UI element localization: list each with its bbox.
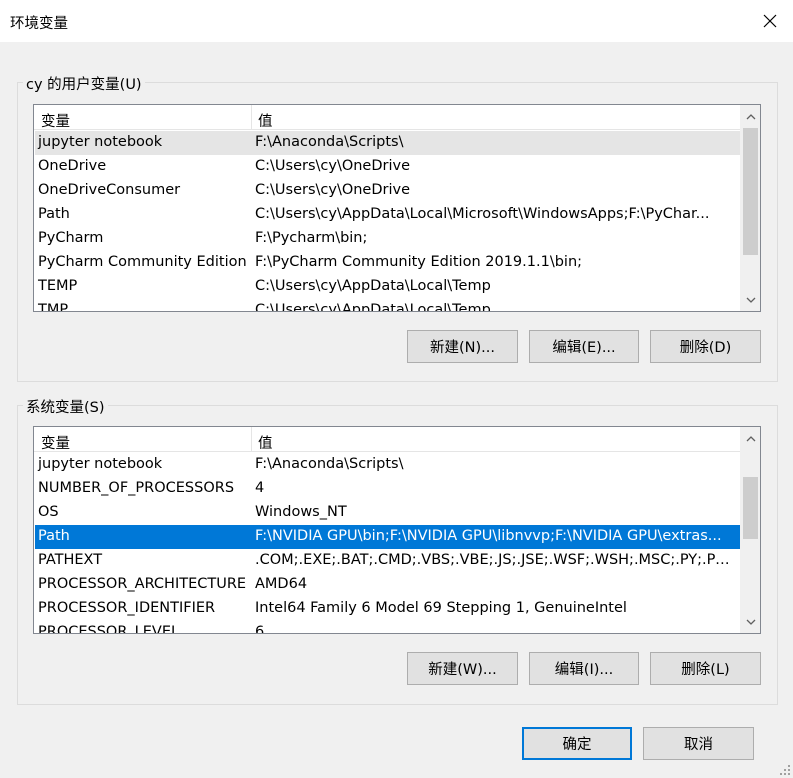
table-row[interactable]: Path F:\NVIDIA GPU\bin;F:\NVIDIA GPU\libn… <box>35 525 740 549</box>
variable-name: OneDrive <box>38 158 107 174</box>
table-row[interactable]: TMP C:\Users\cy\AppData\Local\Temp <box>35 299 740 312</box>
list-header: 变量 值 <box>34 105 741 130</box>
scroll-thumb[interactable] <box>743 477 758 539</box>
user-new-button[interactable]: 新建(N)... <box>407 330 518 363</box>
table-row[interactable]: PyCharm F:\Pycharm\bin; <box>35 227 740 251</box>
system-vars-list[interactable]: 变量 值 jupyter notebook F:\Anaconda\Scripts… <box>33 426 761 634</box>
table-row[interactable]: jupyter notebook F:\Anaconda\Scripts\ <box>35 453 740 477</box>
variable-name: jupyter notebook <box>38 456 163 472</box>
scroll-down-arrow[interactable] <box>741 290 760 310</box>
system-vars-label: 系统变量(S) <box>23 396 108 417</box>
variable-value: F:\Anaconda\Scripts\ <box>255 134 404 150</box>
scroll-up-arrow[interactable] <box>741 107 760 127</box>
variable-value: F:\NVIDIA GPU\bin;F:\NVIDIA GPU\libnvvp;… <box>255 528 722 544</box>
title-bar: 环境变量 <box>0 0 793 42</box>
variable-value: C:\Users\cy\OneDrive <box>255 158 411 174</box>
variable-value: 6 <box>255 624 265 634</box>
variable-name: Path <box>38 206 70 222</box>
table-row[interactable]: OneDriveConsumer C:\Users\cy\OneDrive <box>35 179 740 203</box>
window-title: 环境变量 <box>10 16 68 32</box>
variable-name: PATHEXT <box>38 552 103 568</box>
table-row[interactable]: PROCESSOR_IDENTIFIER Intel64 Family 6 Mod… <box>35 597 740 621</box>
variable-value: Windows_NT <box>255 504 347 520</box>
scroll-thumb[interactable] <box>743 128 758 255</box>
variable-name: PyCharm <box>38 230 104 246</box>
variable-value: 4 <box>255 480 265 496</box>
variable-name: PyCharm Community Edition <box>38 254 247 270</box>
table-row[interactable]: NUMBER_OF_PROCESSORS 4 <box>35 477 740 501</box>
resize-grip-icon[interactable] <box>779 764 791 776</box>
close-button[interactable] <box>747 0 793 42</box>
table-row[interactable]: PyCharm Community Edition F:\PyCharm Comm… <box>35 251 740 275</box>
variable-name: jupyter notebook <box>38 134 163 150</box>
variable-value: C:\Users\cy\OneDrive <box>255 182 411 198</box>
variable-name: TEMP <box>38 278 78 294</box>
table-row[interactable]: OS Windows_NT <box>35 501 740 525</box>
user-edit-button[interactable]: 编辑(E)... <box>529 330 639 363</box>
scroll-up-arrow[interactable] <box>741 429 760 449</box>
variable-name: TMP <box>38 302 69 312</box>
column-header-variable[interactable]: 变量 <box>41 110 70 131</box>
table-row[interactable]: PROCESSOR_ARCHITECTURE AMD64 <box>35 573 740 597</box>
table-row[interactable]: Path C:\Users\cy\AppData\Local\Microsoft\… <box>35 203 740 227</box>
variable-value: .COM;.EXE;.BAT;.CMD;.VBS;.VBE;.JS;.JSE;.… <box>255 552 738 568</box>
chevron-down-icon <box>746 619 755 625</box>
variable-value: F:\Anaconda\Scripts\ <box>255 456 404 472</box>
table-row[interactable]: PATHEXT .COM;.EXE;.BAT;.CMD;.VBS;.VBE;.JS… <box>35 549 740 573</box>
user-delete-button[interactable]: 删除(D) <box>650 330 761 363</box>
system-new-button[interactable]: 新建(W)... <box>407 652 518 685</box>
system-vars-scrollbar[interactable] <box>740 427 760 633</box>
chevron-up-icon <box>746 114 755 120</box>
column-divider[interactable] <box>251 105 252 129</box>
table-row[interactable]: OneDrive C:\Users\cy\OneDrive <box>35 155 740 179</box>
user-vars-scrollbar[interactable] <box>740 105 760 311</box>
column-header-variable[interactable]: 变量 <box>41 432 70 453</box>
variable-name: PROCESSOR_LEVEL <box>38 624 180 634</box>
table-row[interactable]: jupyter notebook F:\Anaconda\Scripts\ <box>35 131 740 155</box>
column-header-value[interactable]: 值 <box>258 110 273 131</box>
column-header-value[interactable]: 值 <box>258 432 273 453</box>
user-vars-list[interactable]: 变量 值 jupyter notebook F:\Anaconda\Scripts… <box>33 104 761 312</box>
column-divider[interactable] <box>251 427 252 451</box>
cancel-button[interactable]: 取消 <box>643 727 754 760</box>
ok-button[interactable]: 确定 <box>522 727 632 760</box>
variable-value: Intel64 Family 6 Model 69 Stepping 1, Ge… <box>255 600 627 616</box>
scroll-down-arrow[interactable] <box>741 612 760 632</box>
variable-value: AMD64 <box>255 576 308 592</box>
variable-name: PROCESSOR_IDENTIFIER <box>38 600 216 616</box>
table-row[interactable]: PROCESSOR_LEVEL 6 <box>35 621 740 634</box>
variable-value: C:\Users\cy\AppData\Local\Microsoft\Wind… <box>255 206 710 222</box>
variable-value: C:\Users\cy\AppData\Local\Temp <box>255 278 491 294</box>
variable-name: PROCESSOR_ARCHITECTURE <box>38 576 247 592</box>
close-icon <box>763 14 777 28</box>
chevron-up-icon <box>746 436 755 442</box>
list-header: 变量 值 <box>34 427 741 452</box>
variable-value: F:\Pycharm\bin; <box>255 230 368 246</box>
variable-name: Path <box>38 528 70 544</box>
variable-value: F:\PyCharm Community Edition 2019.1.1\bi… <box>255 254 583 270</box>
system-edit-button[interactable]: 编辑(I)... <box>529 652 639 685</box>
variable-name: OS <box>38 504 59 520</box>
table-row[interactable]: TEMP C:\Users\cy\AppData\Local\Temp <box>35 275 740 299</box>
variable-name: OneDriveConsumer <box>38 182 181 198</box>
variable-value: C:\Users\cy\AppData\Local\Temp <box>255 302 491 312</box>
system-delete-button[interactable]: 删除(L) <box>650 652 761 685</box>
variable-name: NUMBER_OF_PROCESSORS <box>38 480 235 496</box>
user-vars-label: cy 的用户变量(U) <box>23 73 145 94</box>
chevron-down-icon <box>746 297 755 303</box>
